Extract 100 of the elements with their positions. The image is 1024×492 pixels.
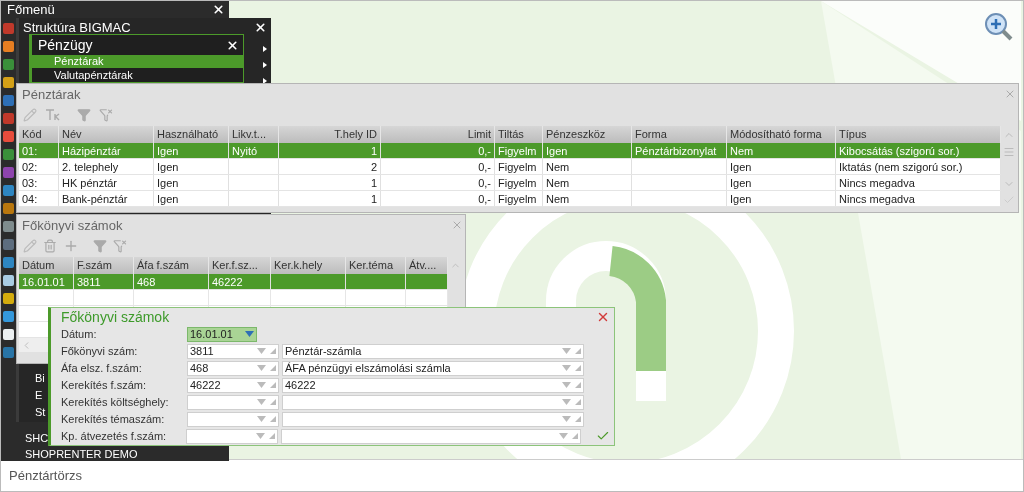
check-icon[interactable] — [1002, 194, 1015, 206]
app-icon[interactable] — [3, 329, 14, 340]
table-cell: Figyelm — [495, 191, 543, 206]
app-icon[interactable] — [3, 23, 14, 34]
app-icon[interactable] — [3, 59, 14, 70]
app-icon[interactable] — [3, 167, 14, 178]
table-cell: 1 — [279, 143, 381, 158]
menu-item[interactable]: Bi — [35, 372, 46, 385]
app-icon[interactable] — [3, 275, 14, 286]
app-icon[interactable] — [3, 257, 14, 268]
table-cell: 2. telephely — [59, 159, 154, 174]
table-cell: Figyelm — [495, 159, 543, 174]
table-cell: 03: — [19, 175, 59, 190]
app-icon[interactable] — [3, 41, 14, 52]
clear-filter-icon[interactable] — [99, 108, 113, 122]
table-cell: 46222 — [212, 276, 243, 288]
dropdown-arrow-icon[interactable] — [562, 399, 571, 405]
table-cell: Igen — [727, 191, 836, 206]
table-cell: 0,- — [381, 191, 495, 206]
name-field[interactable]: ÁFA pénzügyi elszámolási számla — [282, 360, 584, 376]
app-icon[interactable] — [3, 293, 14, 304]
menu-item[interactable]: SHOPRENTER DEMO — [25, 448, 138, 461]
code-field[interactable]: 468 — [187, 360, 279, 376]
field-label: Dátum: — [61, 326, 98, 342]
code-field[interactable]: 3811 — [187, 343, 279, 359]
close-icon[interactable] — [254, 20, 267, 34]
dropdown-arrow-icon[interactable] — [257, 348, 266, 354]
edit-icon[interactable] — [23, 108, 37, 122]
app-icon[interactable] — [3, 131, 14, 142]
dropdown-arrow-icon[interactable] — [562, 365, 571, 371]
dropdown-arrow-icon[interactable] — [257, 399, 266, 405]
dropdown-arrow-icon[interactable] — [257, 382, 266, 388]
app-icon[interactable] — [3, 149, 14, 160]
table-cell: 1 — [279, 175, 381, 190]
table-cell: 468 — [137, 276, 156, 288]
resize-grip-icon — [270, 399, 276, 405]
app-icon[interactable] — [3, 239, 14, 250]
dropdown-arrow-icon[interactable] — [255, 433, 265, 439]
table-cell: 16.01.01 — [22, 276, 65, 288]
field-label: Kerekítés témaszám: — [61, 411, 166, 427]
name-field[interactable] — [282, 411, 584, 427]
app-icon[interactable] — [3, 185, 14, 196]
app-icon[interactable] — [3, 347, 14, 358]
edit-icon[interactable] — [23, 239, 37, 253]
name-field[interactable]: 46222 — [282, 377, 584, 393]
menu-item[interactable]: Valutapénztárak — [32, 69, 243, 82]
table-row[interactable]: 04: Bank-pénztár Igen 1 0,- Figyelm Nem Igen Nincs megadva — [19, 191, 1001, 207]
name-field[interactable] — [282, 394, 584, 410]
name-field[interactable]: Pénztár-számla — [282, 343, 584, 359]
table-cell: Nincs megadva — [836, 175, 1001, 190]
app-icon[interactable] — [3, 113, 14, 124]
menu-item[interactable]: Pénztárak — [32, 55, 243, 68]
table-cell: 0,- — [381, 175, 495, 190]
code-field[interactable] — [187, 394, 279, 410]
table-row[interactable]: 03: HK pénztár Igen 1 0,- Figyelm Nem Igen Nincs megadva — [19, 175, 1001, 191]
code-field[interactable]: 46222 — [187, 377, 279, 393]
app-icon[interactable] — [3, 203, 14, 214]
name-field[interactable] — [280, 428, 582, 444]
dropdown-arrow-icon[interactable] — [559, 433, 569, 439]
table-row[interactable]: 02: 2. telephely Igen 2 0,- Figyelm Nem Igen Iktatás (nem szigorú sor.) — [19, 159, 1001, 175]
table-cell: Igen — [154, 191, 229, 206]
window-title: Pénztárak — [22, 87, 81, 101]
window-title: Főmenü — [7, 3, 55, 16]
filter-icon[interactable] — [93, 239, 107, 253]
menu-item[interactable]: E — [35, 389, 46, 402]
app-icon[interactable] — [3, 77, 14, 88]
table-row[interactable]: 16.01.01 3811 468 46222 — [19, 274, 448, 290]
resize-grip-icon — [575, 382, 581, 388]
dropdown-arrow-icon[interactable] — [562, 416, 571, 422]
app-icon[interactable] — [3, 221, 14, 232]
table-cell: Nem — [727, 143, 836, 158]
code-field[interactable] — [187, 411, 279, 427]
app-icon[interactable] — [3, 95, 14, 106]
filter-icon[interactable] — [77, 108, 91, 122]
table-cell: Igen — [543, 143, 632, 158]
dropdown-arrow-icon[interactable] — [245, 331, 254, 337]
column-settings-icon[interactable] — [45, 109, 61, 121]
app-icon[interactable] — [3, 311, 14, 322]
date-field[interactable]: 16.01.01 — [187, 326, 257, 342]
table-cell: Iktatás (nem szigorú sor.) — [836, 159, 1001, 174]
dropdown-arrow-icon[interactable] — [562, 382, 571, 388]
drag-handle-icon[interactable] — [1002, 146, 1015, 158]
delete-icon[interactable] — [43, 239, 57, 253]
close-icon[interactable] — [226, 38, 239, 52]
add-icon[interactable] — [63, 238, 79, 254]
resize-grip-icon — [575, 399, 581, 405]
dropdown-arrow-icon[interactable] — [562, 348, 571, 354]
table-cell: Figyelm — [495, 143, 543, 158]
clear-filter-icon[interactable] — [113, 239, 127, 253]
table-cell: Nincs megadva — [836, 191, 1001, 206]
close-icon[interactable] — [212, 3, 225, 16]
dropdown-arrow-icon[interactable] — [257, 365, 266, 371]
code-field[interactable] — [186, 428, 278, 444]
table-row[interactable]: 01: Házipénztár Igen Nyitó 1 0,- Figyelm Igen Pénztárbizonylat Nem Kibocsátás (szigorú sor.) — [19, 143, 1001, 159]
window-title: Struktúra BIGMAC — [23, 20, 131, 34]
window-title: Főkönyvi számok — [22, 218, 123, 232]
zoom-in-icon[interactable] — [983, 11, 1013, 41]
dropdown-arrow-icon[interactable] — [257, 416, 266, 422]
menu-item[interactable]: St — [35, 406, 46, 419]
table-cell: 01: — [19, 143, 59, 158]
